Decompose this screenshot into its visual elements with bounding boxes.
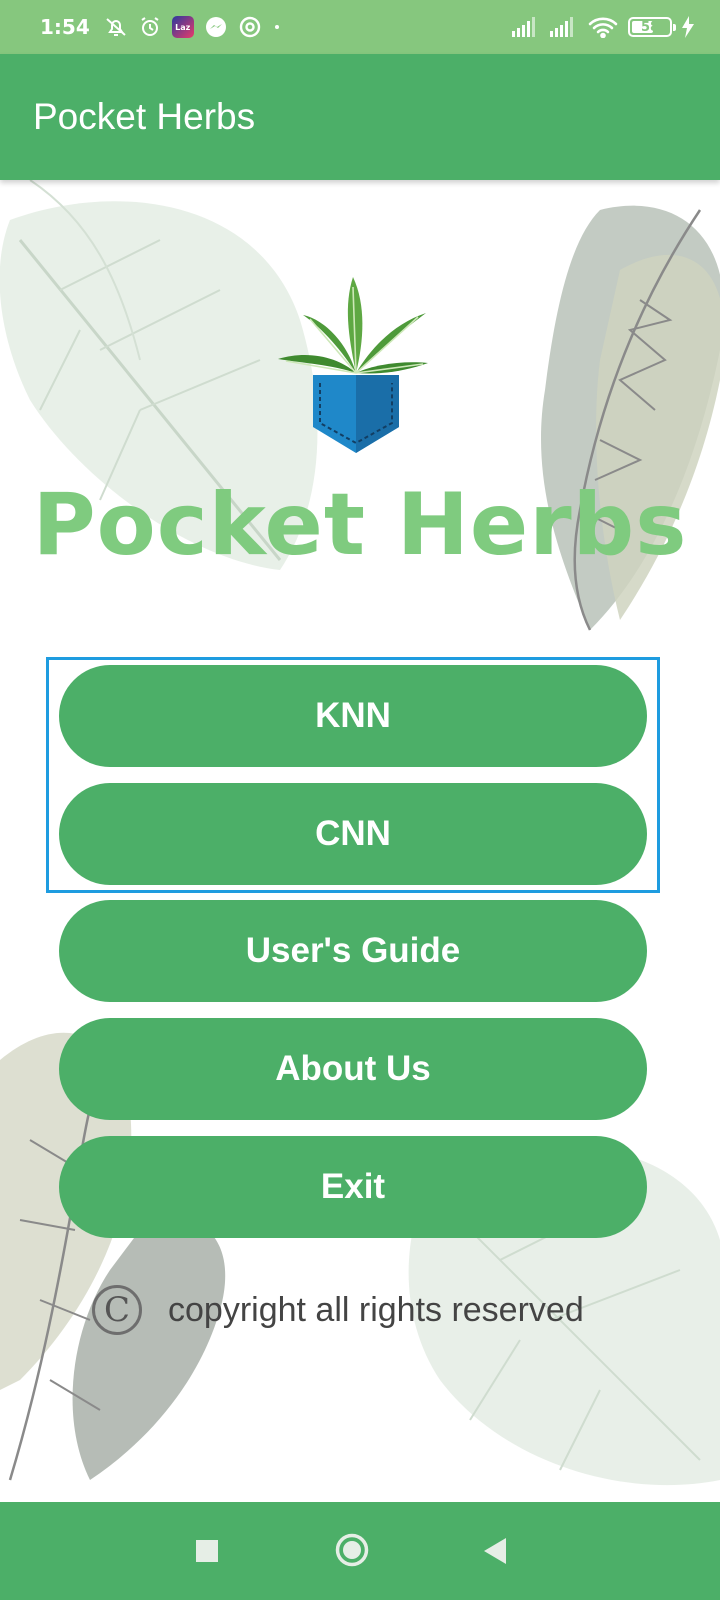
status-bar: 1:54 Laz 58 [0, 0, 720, 54]
exit-button[interactable]: Exit [59, 1136, 647, 1238]
at-sign-icon [238, 15, 262, 39]
lazada-icon: Laz [171, 16, 194, 38]
back-icon[interactable] [484, 1538, 508, 1564]
recent-apps-icon[interactable] [196, 1540, 218, 1562]
app-bar: Pocket Herbs [0, 54, 720, 180]
cnn-button[interactable]: CNN [59, 783, 647, 885]
home-icon[interactable] [335, 1533, 369, 1567]
navigation-bar [0, 1502, 720, 1600]
system-icons: 58 [512, 16, 694, 38]
main-content: Pocket Herbs KNN CNN User's Guide About … [0, 180, 720, 1502]
wifi-icon [588, 16, 618, 38]
alarm-icon [138, 15, 162, 39]
battery-tip [673, 24, 676, 31]
messenger-icon [204, 15, 228, 39]
battery-icon: 58 [628, 17, 676, 37]
knn-button[interactable]: KNN [59, 665, 647, 767]
about-us-button[interactable]: About Us [59, 1018, 647, 1120]
copyright-icon: C [92, 1285, 142, 1335]
battery-level: 58 [640, 19, 660, 35]
copyright-row: C copyright all rights reserved [92, 1282, 584, 1338]
copyright-text: copyright all rights reserved [168, 1290, 584, 1329]
signal-icon [550, 17, 578, 37]
notification-icons: Laz [104, 15, 282, 39]
status-time: 1:54 [40, 15, 90, 39]
logo-text: Pocket Herbs [32, 475, 688, 575]
charging-icon [682, 16, 694, 38]
dot-icon [272, 22, 282, 32]
pocket-herb-logo [278, 277, 428, 453]
app-title: Pocket Herbs [33, 96, 256, 137]
users-guide-button[interactable]: User's Guide [59, 900, 647, 1002]
alarm-off-icon [104, 15, 128, 39]
signal-icon [512, 17, 540, 37]
